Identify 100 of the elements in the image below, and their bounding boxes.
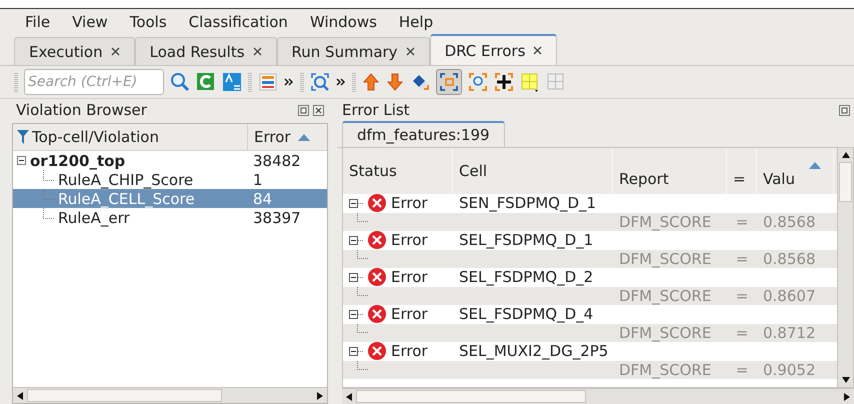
cell-name: SEN_FSDPMQ_D_1 [459,194,596,212]
cell-name: SEL_FSDPMQ_D_2 [459,268,594,286]
tree-label: or1200_top [30,152,126,170]
error-count: 38482 [252,152,302,170]
status-text: Error [391,268,428,286]
error-count: 1 [252,170,264,188]
close-icon[interactable] [110,47,120,56]
collapse-icon[interactable] [17,156,26,165]
menu-item[interactable]: Tools [118,13,178,31]
scroll-up-icon[interactable] [842,152,850,158]
scroll-down-icon[interactable] [842,377,850,383]
panel-title: Error List [342,101,410,119]
status-text: Error [391,194,428,212]
close-icon[interactable] [406,47,415,56]
toolbar-grip-icon [352,71,356,93]
report-name: DFM_SCORE [619,324,712,342]
scroll-right-icon[interactable] [317,392,323,400]
select-tool-button[interactable] [436,69,462,95]
menu-item[interactable]: Help [388,13,444,31]
score-value: 0.8712 [763,324,816,342]
chevron-icon[interactable] [336,77,346,87]
float-icon[interactable] [839,104,850,116]
operator: = [736,250,748,268]
tree-label: RuleA_CHIP_Score [58,170,194,188]
search-field[interactable]: Search (Ctrl+E) [24,69,164,95]
operator: = [736,212,748,231]
scroll-thumb[interactable] [356,390,586,403]
zoom-icon[interactable] [310,72,330,92]
error-icon [368,268,386,286]
operator: = [736,324,748,342]
report-name: DFM_SCORE [619,360,712,379]
refresh-icon[interactable] [196,72,216,92]
horizontal-scrollbar[interactable] [13,387,327,403]
menu-item[interactable]: File [14,13,62,31]
filter-icon [17,130,29,144]
toolbar-grip-icon [300,71,304,93]
tree-row[interactable]: RuleA_CHIP_Score 1 [13,170,327,189]
column-header[interactable]: Report [613,148,727,194]
error-count: 38397 [252,208,302,226]
close-icon[interactable] [252,47,262,56]
search-icon[interactable] [170,72,190,92]
document-tab[interactable]: Execution [14,37,135,65]
error-icon [368,305,386,324]
menu-item[interactable]: Classification [178,13,299,31]
collapse-icon[interactable] [349,346,363,356]
menu-item[interactable]: View [61,13,119,31]
document-tab[interactable]: DRC Errors [430,34,558,65]
cell-name: SEL_FSDPMQ_D_4 [459,305,594,324]
zoom-fit-icon[interactable] [468,72,488,92]
toolbar-grip-icon [14,71,18,93]
cell-name: SEL_FSDPMQ_D_1 [459,231,594,250]
error-icon [368,194,386,212]
collapse-icon[interactable] [349,236,363,245]
sort-ascending-icon[interactable] [809,162,821,169]
cell-name: SEL_MUXI2_DG_2P5 [459,342,608,360]
arrow-up-icon[interactable] [362,72,380,92]
result-tab[interactable]: dfm_features:199 [342,121,505,147]
scroll-right-icon[interactable] [844,392,850,400]
collapse-icon[interactable] [349,272,363,282]
collapse-icon[interactable] [349,198,363,208]
score-value: 0.8607 [763,286,816,305]
tree-label: RuleA_err [58,208,130,226]
list-icon[interactable] [258,72,278,92]
menu-item[interactable]: Windows [298,13,388,31]
panel-title: Violation Browser [16,101,147,119]
operator: = [736,286,748,305]
scroll-left-icon[interactable] [17,392,23,400]
operator: = [736,360,748,379]
scroll-thumb[interactable] [27,389,222,402]
scroll-thumb[interactable] [839,162,852,202]
arrow-down-icon[interactable] [386,72,404,92]
report-name: DFM_SCORE [619,212,712,231]
tree-row[interactable]: RuleA_err 38397 [13,208,327,227]
sort-ascending-icon[interactable] [298,134,310,140]
tree-row[interactable]: or1200_top 38482 [13,151,327,170]
report-name: DFM_SCORE [619,250,712,268]
document-tab[interactable]: Run Summary [276,37,430,65]
score-value: 0.9052 [763,360,816,379]
column-header[interactable]: Top-cell/Violation [13,124,247,150]
scroll-left-icon[interactable] [346,392,352,400]
column-header[interactable]: Cell [453,148,613,194]
error-icon [368,231,386,250]
score-value: 0.8568 [763,250,816,268]
error-icon [368,342,386,360]
document-tab[interactable]: Load Results [134,37,277,65]
status-text: Error [391,342,428,360]
status-text: Error [391,231,428,250]
pan-icon[interactable] [494,72,514,92]
close-icon[interactable] [533,46,542,55]
column-header[interactable]: = [727,148,757,194]
collapse-icon[interactable] [349,310,363,319]
column-header[interactable]: Error [247,124,317,150]
status-text: Error [391,305,428,324]
column-header[interactable]: Valu [757,148,834,194]
float-icon[interactable] [298,104,309,116]
chevron-icon[interactable] [284,77,294,87]
horizontal-scrollbar[interactable] [342,388,854,404]
select-icon [440,73,458,91]
vertical-scrollbar[interactable] [837,148,853,387]
close-icon[interactable] [313,104,324,116]
